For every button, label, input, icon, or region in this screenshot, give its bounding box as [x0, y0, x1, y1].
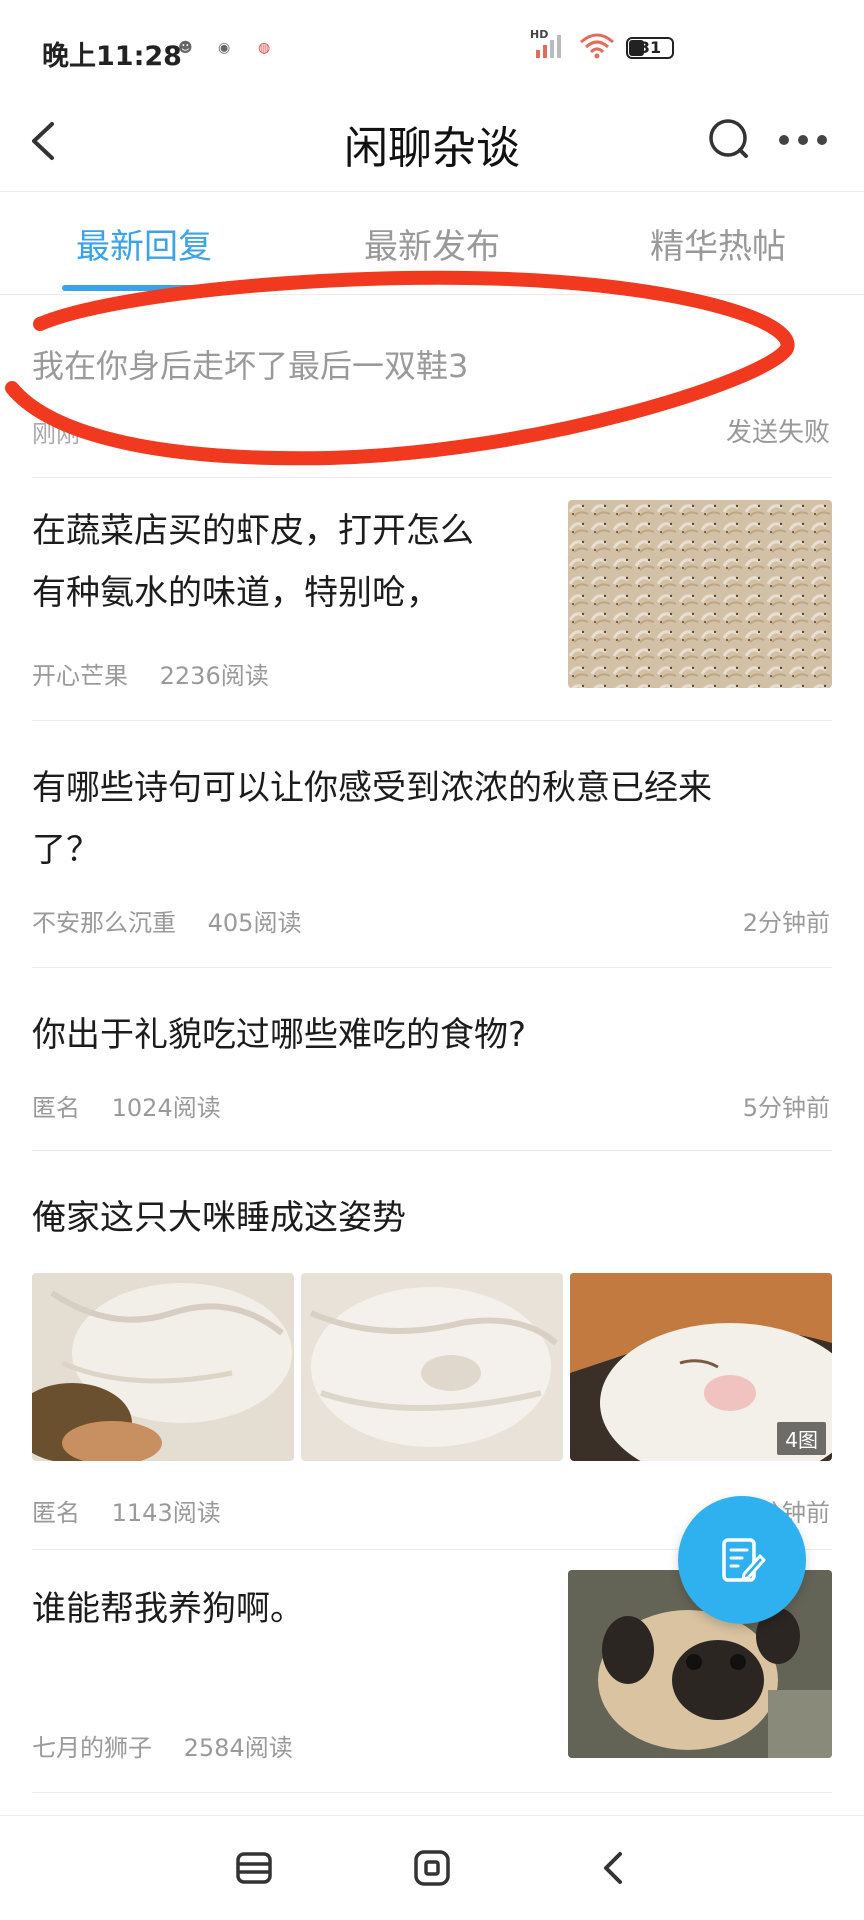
post-reads: 1143阅读 — [111, 1499, 221, 1527]
post-author: 七月的狮子 — [32, 1734, 152, 1762]
post-reads: 2236阅读 — [159, 662, 269, 690]
post-title-line: 在蔬菜店买的虾皮，打开怎么 — [32, 511, 474, 551]
post-item[interactable]: 有哪些诗句可以让你感受到浓浓的秋意已经来 了？ 不安那么沉重 405阅读 2分钟… — [0, 721, 864, 967]
draft-time: 刚刚 — [32, 420, 80, 448]
post-thumbnail[interactable] — [568, 500, 832, 688]
post-author: 不安那么沉重 — [32, 909, 176, 937]
post-author: 匿名 — [32, 1499, 80, 1527]
hd-label: HD — [530, 28, 549, 41]
post-meta: 七月的狮子 2584阅读 — [32, 1728, 293, 1763]
post-meta: 匿名 1143阅读 — [32, 1493, 221, 1528]
post-title: 你出于礼貌吃过哪些难吃的食物? — [32, 1015, 527, 1055]
home-button[interactable] — [410, 1846, 454, 1890]
status-time: 晚上11:28 — [42, 41, 182, 72]
post-reads: 2584阅读 — [183, 1734, 293, 1762]
post-image[interactable]: 4图 — [570, 1273, 832, 1461]
post-title-line: 有种氨水的味道，特别呛， — [32, 573, 440, 613]
system-nav-bar — [0, 1815, 864, 1920]
new-post-button[interactable] — [678, 1496, 806, 1624]
app-notification-icon: ☻ — [178, 40, 193, 56]
post-reads: 1024阅读 — [111, 1094, 221, 1122]
wifi-icon — [578, 32, 616, 64]
tab-latest-reply[interactable]: 最新回复 — [44, 219, 244, 268]
post-author: 匿名 — [32, 1094, 80, 1122]
active-tab-indicator — [62, 285, 224, 291]
tab-latest-post[interactable]: 最新发布 — [332, 219, 532, 268]
post-title-line: 了？ — [32, 830, 100, 870]
post-author: 开心芒果 — [32, 662, 128, 690]
post-item[interactable]: 俺家这只大咪睡成这姿势 4图 匿名 1143阅读 — [0, 1151, 864, 1549]
menu-icon — [236, 1852, 272, 1884]
app-notification-icon: ◍ — [258, 40, 271, 56]
battery-level: 31 — [638, 38, 662, 57]
post-meta: 不安那么沉重 405阅读 — [32, 903, 301, 938]
post-title: 谁能帮我养狗啊。 — [32, 1589, 304, 1629]
search-button[interactable] — [700, 110, 760, 170]
post-item[interactable]: 在蔬菜店买的虾皮，打开怎么 有种氨水的味道，特别呛， 开心芒果 2236阅读 — [0, 478, 864, 720]
more-button[interactable] — [770, 110, 840, 170]
post-title: 俺家这只大咪睡成这姿势 — [32, 1198, 406, 1238]
back-arrow-icon — [604, 1852, 622, 1884]
tab-featured-hot[interactable]: 精华热帖 — [618, 219, 818, 268]
search-icon — [709, 119, 748, 158]
system-back-button[interactable] — [592, 1846, 636, 1890]
post-time: 5分钟前 — [742, 1094, 830, 1122]
divider — [32, 1792, 832, 1793]
post-item[interactable]: 你出于礼貌吃过哪些难吃的食物? 匿名 1024阅读 5分钟前 — [0, 968, 864, 1150]
app-header: 闲聊杂谈 — [0, 100, 864, 192]
recent-apps-button[interactable] — [232, 1846, 276, 1890]
edit-post-icon — [722, 1538, 766, 1582]
image-count-badge: 4图 — [777, 1422, 826, 1455]
app-notification-icon: ◉ — [218, 40, 231, 56]
post-title-line: 有哪些诗句可以让你感受到浓浓的秋意已经来 — [32, 768, 712, 808]
home-icon — [414, 1850, 450, 1886]
post-meta: 匿名 1024阅读 — [32, 1088, 221, 1123]
post-time: 2分钟前 — [742, 909, 830, 937]
post-title: 在蔬菜店买的虾皮，打开怎么 有种氨水的味道，特别呛， — [32, 500, 474, 624]
draft-title: 我在你身后走坏了最后一双鞋3 — [32, 347, 469, 385]
tab-bar: 最新回复 最新发布 精华热帖 — [0, 193, 864, 295]
post-meta: 开心芒果 2236阅读 — [32, 656, 269, 691]
send-failed-status[interactable]: 发送失败 — [726, 412, 830, 449]
post-image[interactable] — [32, 1273, 294, 1461]
post-reads: 405阅读 — [207, 909, 302, 937]
failed-draft-item[interactable]: 我在你身后走坏了最后一双鞋3 刚刚 发送失败 — [0, 296, 864, 476]
more-dots-icon — [779, 135, 827, 145]
post-title: 有哪些诗句可以让你感受到浓浓的秋意已经来 了？ — [32, 757, 712, 881]
battery-icon: 31 — [626, 37, 674, 59]
status-bar: 晚上11:28 ☻ ◉ ◍ HD 31 — [0, 0, 864, 100]
post-image[interactable] — [301, 1273, 563, 1461]
